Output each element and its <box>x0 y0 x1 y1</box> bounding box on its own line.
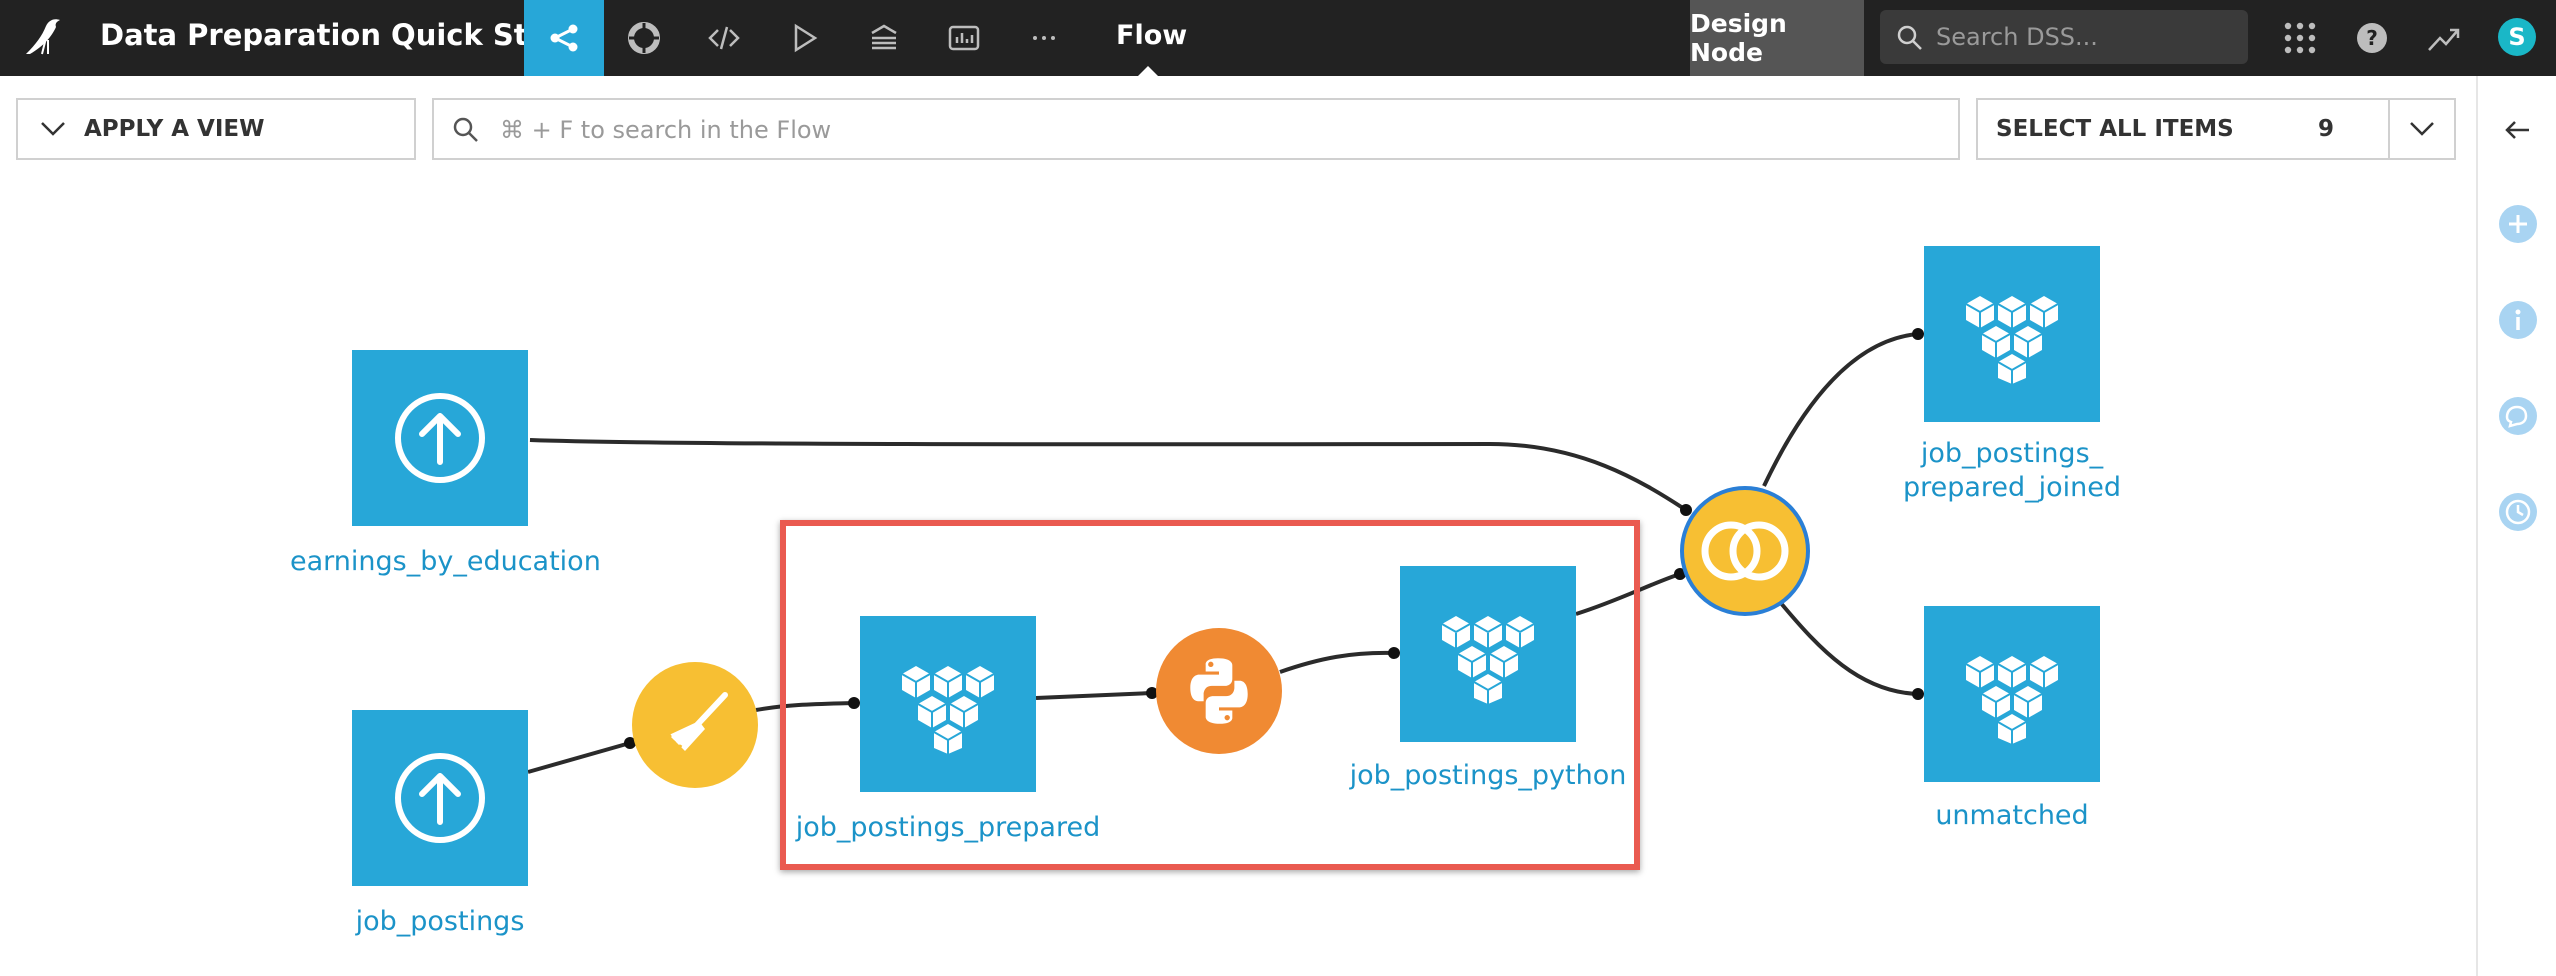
dataset-label[interactable]: prepared_joined <box>1862 472 2162 503</box>
project-title[interactable]: Data Preparation Quick Start <box>100 18 575 52</box>
play-icon <box>794 23 818 53</box>
code-nav-button[interactable] <box>684 0 764 76</box>
chevron-down-icon <box>41 122 65 136</box>
flow-search-input[interactable] <box>500 108 1940 152</box>
dataset-label[interactable]: job_postings <box>290 906 590 937</box>
search-icon <box>453 117 478 142</box>
svg-text:?: ? <box>2366 26 2378 50</box>
dataset-job-postings-prepared[interactable] <box>860 616 1036 792</box>
port-dot <box>1912 328 1924 340</box>
dataset-job-postings-prepared-joined[interactable] <box>1924 246 2100 422</box>
right-side-panel <box>2476 76 2556 976</box>
user-avatar[interactable]: S <box>2498 18 2536 56</box>
info-icon <box>2499 301 2537 339</box>
flow-canvas[interactable]: earnings_by_education job_postings job_p… <box>0 180 2476 976</box>
arrow-left-icon <box>2505 121 2529 139</box>
add-button[interactable] <box>2496 202 2540 246</box>
dataset-unmatched[interactable] <box>1924 606 2100 782</box>
join-icon <box>1701 521 1789 581</box>
dataset-earnings-by-education[interactable] <box>352 350 528 526</box>
lifebuoy-icon <box>628 22 660 54</box>
timeline-button[interactable] <box>2496 490 2540 534</box>
flow-nav-button[interactable] <box>524 0 604 76</box>
current-view-label: Flow <box>1116 20 1188 51</box>
more-nav-button[interactable] <box>1004 0 1084 76</box>
collapse-panel-button[interactable] <box>2496 108 2540 152</box>
lab-nav-button[interactable] <box>604 0 684 76</box>
dataset-cubes-icon <box>1965 656 2059 744</box>
python-icon <box>1190 658 1248 724</box>
chat-bubbles-icon <box>2499 397 2537 435</box>
upload-icon <box>395 393 485 483</box>
apps-grid-icon <box>2284 22 2316 54</box>
broom-icon <box>662 692 728 756</box>
current-view-caret <box>1138 66 1158 76</box>
stack-icon <box>871 24 897 50</box>
search-icon <box>1897 25 1922 50</box>
dataset-label[interactable]: job_postings_prepared <box>790 812 1106 843</box>
items-count: 9 <box>2318 116 2335 142</box>
more-horizontal-icon <box>1033 36 1055 40</box>
design-node-badge[interactable]: Design Node <box>1690 0 1864 76</box>
select-all-label: SELECT ALL ITEMS <box>1996 116 2234 142</box>
select-options-dropdown[interactable] <box>2390 98 2456 160</box>
flow-search[interactable] <box>432 98 1960 160</box>
apply-view-button[interactable]: APPLY A VIEW <box>16 98 416 160</box>
dataset-cubes-icon <box>901 666 995 754</box>
select-all-items-button[interactable]: SELECT ALL ITEMS 9 <box>1976 98 2390 160</box>
wiki-nav-button[interactable] <box>844 0 924 76</box>
flow-icon <box>550 24 578 52</box>
dataset-label[interactable]: job_postings_python <box>1330 760 1646 791</box>
global-search-input[interactable] <box>1936 16 2236 58</box>
dataset-label[interactable]: job_postings_ <box>1862 438 2162 469</box>
global-search[interactable] <box>1880 10 2248 64</box>
dataset-label[interactable]: unmatched <box>1862 800 2162 831</box>
apps-grid-button[interactable] <box>2278 16 2322 60</box>
link-earnings-to-join <box>529 438 1688 512</box>
help-button[interactable]: ? <box>2350 16 2394 60</box>
details-button[interactable] <box>2496 298 2540 342</box>
code-icon <box>708 26 740 50</box>
jobs-nav-button[interactable] <box>764 0 844 76</box>
top-navigation-bar: Data Preparation Quick Start Flow Design… <box>0 0 2556 76</box>
chevron-down-icon <box>2410 122 2434 136</box>
join-recipe[interactable] <box>1680 486 1810 616</box>
link-jobpostings-to-prepare <box>527 741 631 774</box>
upload-icon <box>395 753 485 843</box>
dataiku-bird-logo-icon[interactable] <box>22 14 68 60</box>
clock-icon <box>2499 493 2537 531</box>
apply-view-label: APPLY A VIEW <box>84 116 265 142</box>
help-icon: ? <box>2357 23 2387 53</box>
dataset-cubes-icon <box>1441 616 1535 704</box>
prepare-recipe[interactable] <box>632 662 758 788</box>
activity-button[interactable] <box>2422 16 2466 60</box>
link-join-to-unmatched <box>1778 600 1919 696</box>
plus-circle-icon <box>2499 205 2537 243</box>
dataset-cubes-icon <box>1965 296 2059 384</box>
python-recipe[interactable] <box>1156 628 1282 754</box>
flow-toolbar: APPLY A VIEW SELECT ALL ITEMS 9 <box>0 76 2476 180</box>
dataset-label[interactable]: earnings_by_education <box>290 546 601 577</box>
port-dot <box>1912 688 1924 700</box>
dataset-job-postings[interactable] <box>352 710 528 886</box>
discussions-button[interactable] <box>2496 394 2540 438</box>
dataset-job-postings-python[interactable] <box>1400 566 1576 742</box>
trend-up-icon <box>2428 28 2460 51</box>
dashboards-nav-button[interactable] <box>924 0 1004 76</box>
dashboard-icon <box>948 25 980 51</box>
